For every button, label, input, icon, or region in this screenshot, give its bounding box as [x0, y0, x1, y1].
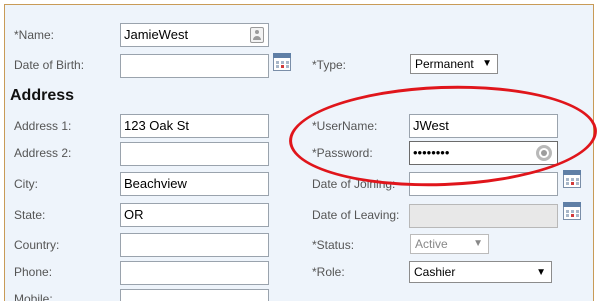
address1-label: Address 1: [14, 119, 72, 133]
joining-calendar-icon[interactable] [563, 170, 581, 188]
address1-field[interactable]: 123 Oak St [120, 114, 269, 138]
dropdown-arrow-icon: ▼ [482, 58, 492, 69]
role-select-value: Cashier [414, 265, 456, 279]
phone-field[interactable] [120, 261, 269, 285]
date-of-birth-field[interactable] [120, 54, 269, 78]
name-value: JamieWest [124, 27, 189, 42]
dob-calendar-icon[interactable] [273, 53, 291, 71]
role-label: *Role: [312, 265, 345, 279]
city-field[interactable]: Beachview [120, 172, 269, 196]
date-of-leaving-label: Date of Leaving: [312, 208, 400, 222]
name-field[interactable]: JamieWest [120, 23, 269, 47]
type-label: *Type: [312, 58, 347, 72]
address2-label: Address 2: [14, 146, 72, 160]
date-of-leaving-field [409, 204, 558, 228]
date-of-birth-label: Date of Birth: [14, 58, 85, 72]
city-label: City: [14, 177, 38, 191]
mobile-label: Mobile: [14, 292, 53, 301]
role-select[interactable]: Cashier ▼ [409, 261, 552, 283]
phone-label: Phone: [14, 265, 53, 279]
address2-field[interactable] [120, 142, 269, 166]
country-label: Country: [14, 238, 60, 252]
type-select[interactable]: Permanent ▼ [410, 54, 498, 74]
status-label: *Status: [312, 238, 355, 252]
state-field[interactable]: OR [120, 203, 269, 227]
type-select-value: Permanent [415, 57, 474, 71]
status-select-value: Active [415, 237, 448, 251]
mobile-field[interactable] [120, 289, 269, 301]
state-label: State: [14, 208, 46, 222]
contact-card-icon[interactable] [250, 27, 264, 43]
name-label: *Name: [14, 28, 55, 42]
address-section-heading: Address [10, 87, 75, 104]
country-field[interactable] [120, 233, 269, 257]
dropdown-arrow-icon: ▼ [536, 267, 546, 278]
leaving-calendar-icon[interactable] [563, 202, 581, 220]
status-select: Active ▼ [410, 234, 489, 254]
dropdown-arrow-icon: ▼ [473, 238, 483, 249]
